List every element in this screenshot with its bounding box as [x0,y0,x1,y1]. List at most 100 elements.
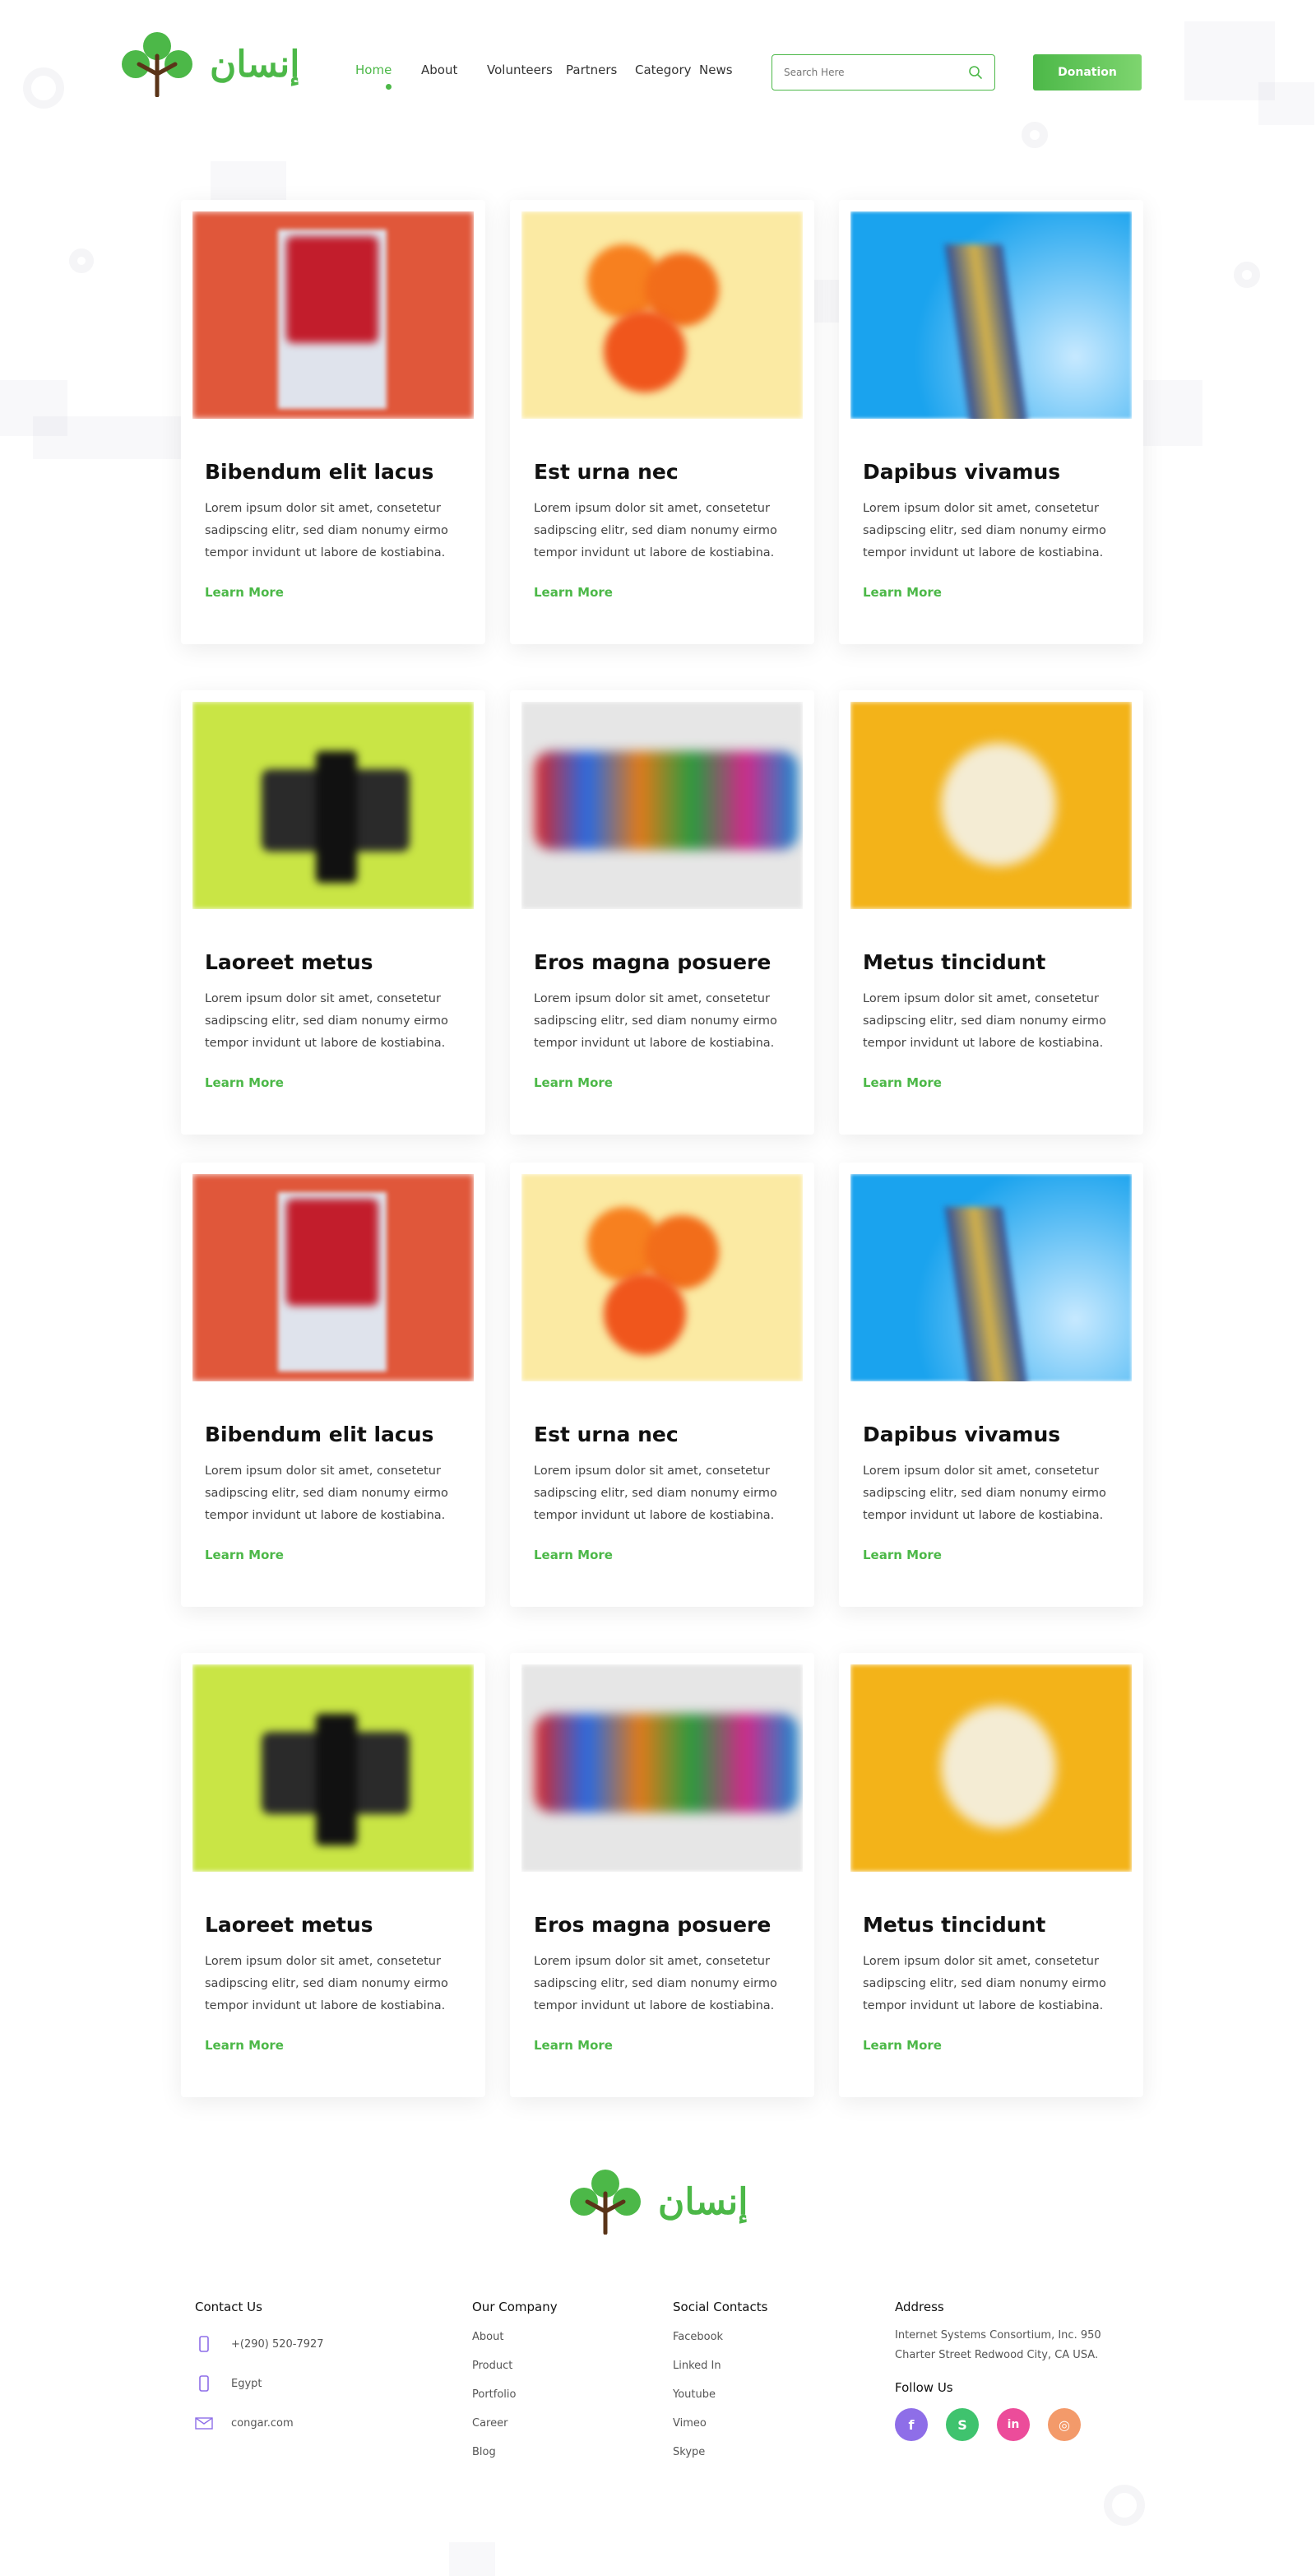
footer-company-title: Our Company [472,2300,558,2314]
contact-email-text[interactable]: congar.com [231,2417,294,2430]
donation-button[interactable]: Donation [1033,54,1142,91]
card-text: Lorem ipsum dolor sit amet, consetetur s… [863,1464,1106,1522]
nav-item-about[interactable]: About [421,63,487,77]
footer-link-linkedin[interactable]: Linked In [673,2351,767,2380]
learn-more-link[interactable]: Learn More [205,1075,284,1090]
contact-email: congar.com [195,2403,324,2443]
nav-item-category[interactable]: Category [635,63,699,77]
content-card: Est urna nec Lorem ipsum dolor sit amet, … [510,1163,814,1607]
search-box [772,54,995,91]
card-text: Lorem ipsum dolor sit amet, consetetur s… [534,992,777,1050]
content-card: Dapibus vivamus Lorem ipsum dolor sit ame… [839,200,1143,644]
footer-contact: Contact Us +(290) 520-7927 Egypt congar.… [195,2300,324,2443]
footer-link-vimeo[interactable]: Vimeo [673,2409,767,2438]
tree-logo-icon [570,2170,641,2235]
search-input[interactable] [784,67,968,78]
footer-link-skype[interactable]: Skype [673,2438,767,2467]
nav-item-home[interactable]: Home [355,63,421,90]
mobile-icon [199,2375,209,2392]
card-text: Lorem ipsum dolor sit amet, consetetur s… [863,992,1106,1050]
footer-link-portfolio[interactable]: Portfolio [472,2380,558,2409]
footer-link-blog[interactable]: Blog [472,2438,558,2467]
card-image[interactable] [521,211,803,419]
learn-more-link[interactable]: Learn More [205,2038,284,2053]
address-text: Internet Systems Consortium, Inc. 950 Ch… [895,2329,1101,2361]
card-text: Lorem ipsum dolor sit amet, consetetur s… [863,1955,1106,2012]
nav-item-news[interactable]: News [699,63,748,77]
footer-link-youtube[interactable]: Youtube [673,2380,767,2409]
learn-more-link[interactable]: Learn More [534,2038,613,2053]
footer-link-facebook[interactable]: Facebook [673,2323,767,2351]
card-image[interactable] [192,702,474,909]
contact-location-text: Egypt [231,2377,262,2390]
card-image[interactable] [192,211,474,419]
learn-more-link[interactable]: Learn More [863,585,942,600]
card-title: Dapibus vivamus [863,460,1061,484]
card-title: Laoreet metus [205,950,373,974]
decor-ring [1104,2485,1145,2526]
card-image[interactable] [850,1664,1132,1872]
instagram-icon[interactable]: ◎ [1048,2408,1081,2441]
contact-location: Egypt [195,2364,324,2403]
card-text: Lorem ipsum dolor sit amet, consetetur s… [534,502,777,559]
card-text: Lorem ipsum dolor sit amet, consetetur s… [205,1955,448,2012]
linkedin-icon[interactable]: in [997,2408,1030,2441]
site-logo[interactable]: إنسان [119,31,308,97]
content-card: Bibendum elit lacus Lorem ipsum dolor sit… [181,200,485,644]
learn-more-link[interactable]: Learn More [863,2038,942,2053]
card-image[interactable] [192,1664,474,1872]
search-icon[interactable] [968,65,983,80]
content-card: Eros magna posuere Lorem ipsum dolor sit … [510,690,814,1135]
content-card: Bibendum elit lacus Lorem ipsum dolor sit… [181,1163,485,1607]
card-image[interactable] [521,1664,803,1872]
card-title: Bibendum elit lacus [205,460,434,484]
mail-icon [195,2417,213,2430]
decor-square [449,2542,495,2576]
content-card: Laoreet metus Lorem ipsum dolor sit amet,… [181,1653,485,2097]
decor-ring [69,248,94,273]
decor-square [33,416,186,459]
footer-company: Our Company About Product Portfolio Care… [472,2300,558,2467]
footer-logo[interactable]: إنسان [568,2169,757,2235]
learn-more-link[interactable]: Learn More [205,1548,284,1562]
card-text: Lorem ipsum dolor sit amet, consetetur s… [534,1955,777,2012]
card-title: Eros magna posuere [534,950,772,974]
card-image[interactable] [521,1174,803,1381]
learn-more-link[interactable]: Learn More [205,585,284,600]
card-title: Est urna nec [534,460,679,484]
nav-item-partners[interactable]: Partners [566,63,635,77]
contact-phone-text: +(290) 520-7927 [231,2337,324,2351]
card-title: Est urna nec [534,1423,679,1446]
card-text: Lorem ipsum dolor sit amet, consetetur s… [863,502,1106,559]
social-icons: f S in ◎ [895,2408,1125,2441]
decor-ring [1234,262,1260,288]
learn-more-link[interactable]: Learn More [534,585,613,600]
learn-more-link[interactable]: Learn More [863,1548,942,1562]
card-image[interactable] [192,1174,474,1381]
tree-logo-icon [122,32,192,97]
facebook-icon[interactable]: f [895,2408,928,2441]
footer-social-contacts: Social Contacts Facebook Linked In Youtu… [673,2300,767,2467]
logo-text: إنسان [210,43,300,86]
nav-item-volunteers[interactable]: Volunteers [487,63,566,77]
footer-link-career[interactable]: Career [472,2409,558,2438]
content-card: Est urna nec Lorem ipsum dolor sit amet, … [510,200,814,644]
footer-link-about[interactable]: About [472,2323,558,2351]
learn-more-link[interactable]: Learn More [534,1075,613,1090]
content-card: Dapibus vivamus Lorem ipsum dolor sit ame… [839,1163,1143,1607]
footer-link-product[interactable]: Product [472,2351,558,2380]
card-text: Lorem ipsum dolor sit amet, consetetur s… [534,1464,777,1522]
learn-more-link[interactable]: Learn More [534,1548,613,1562]
card-title: Metus tincidunt [863,1913,1046,1937]
card-image[interactable] [850,702,1132,909]
skype-icon[interactable]: S [946,2408,979,2441]
footer-contact-title: Contact Us [195,2300,262,2314]
card-image[interactable] [850,1174,1132,1381]
card-image[interactable] [521,702,803,909]
site-header: إنسان Home About Volunteers Partners Cat… [0,0,1316,148]
card-text: Lorem ipsum dolor sit amet, consetetur s… [205,502,448,559]
card-title: Laoreet metus [205,1913,373,1937]
learn-more-link[interactable]: Learn More [863,1075,942,1090]
logo-text: إنسان [658,2180,748,2223]
card-image[interactable] [850,211,1132,419]
